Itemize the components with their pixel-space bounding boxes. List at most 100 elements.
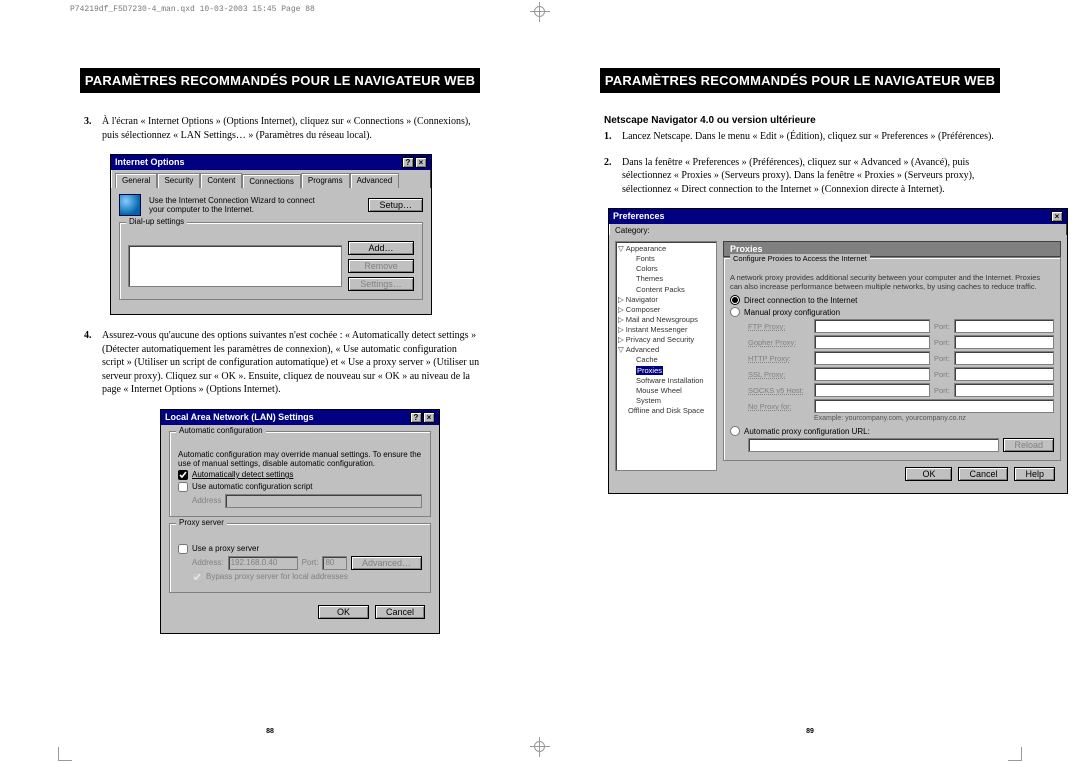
lan-ok-button[interactable]: OK xyxy=(318,605,369,619)
radio-direct[interactable] xyxy=(730,295,740,305)
prefs-titlebar: Preferences × xyxy=(609,209,1067,224)
settings-button: Settings… xyxy=(348,277,414,291)
tree-software-install[interactable]: Software Installation xyxy=(618,376,714,386)
proxy-port-input xyxy=(322,556,346,570)
no-proxy-label: No Proxy for: xyxy=(748,402,810,411)
step-4-num: 4. xyxy=(84,329,98,397)
dialup-listbox[interactable] xyxy=(128,245,342,287)
ssl-port-input[interactable] xyxy=(954,367,1054,381)
http-port-input[interactable] xyxy=(954,351,1054,365)
close-icon[interactable]: × xyxy=(415,157,427,168)
tree-fonts[interactable]: Fonts xyxy=(618,254,714,264)
step-2-num: 2. xyxy=(604,156,618,197)
tab-general[interactable]: General xyxy=(115,173,157,188)
io-wizard-text: Use the Internet Connection Wizard to co… xyxy=(149,196,319,214)
step-4: 4. Assurez-vous qu'aucune des options su… xyxy=(80,329,480,397)
cb-auto-detect[interactable] xyxy=(178,470,188,480)
tree-cache[interactable]: Cache xyxy=(618,355,714,365)
prefs-cancel-button[interactable]: Cancel xyxy=(958,467,1008,481)
page-spread: PARAMÈTRES RECOMMANDÉS POUR LE NAVIGATEU… xyxy=(0,20,1080,763)
http-proxy-label: HTTP Proxy: xyxy=(748,354,810,363)
no-proxy-input[interactable] xyxy=(814,399,1054,413)
cb-bypass-local-label: Bypass proxy server for local addresses xyxy=(206,572,348,581)
auto-config-legend: Automatic configuration xyxy=(176,426,266,435)
setup-button[interactable]: Setup… xyxy=(368,198,423,212)
tree-system[interactable]: System xyxy=(618,396,714,406)
dialog-internet-options: Internet Options ? × General Security Co… xyxy=(110,154,432,315)
prefs-ok-button[interactable]: OK xyxy=(905,467,952,481)
radio-manual[interactable] xyxy=(730,307,740,317)
page-number-right: 89 xyxy=(540,728,1080,735)
gopher-port-input[interactable] xyxy=(954,335,1054,349)
help-icon[interactable]: ? xyxy=(410,412,422,423)
tree-appearance[interactable]: Appearance xyxy=(626,244,666,254)
proxy-port-label: Port: xyxy=(302,558,319,567)
close-icon[interactable]: × xyxy=(1051,211,1063,222)
tree-mail[interactable]: Mail and Newsgroups xyxy=(626,315,698,325)
radio-auto-url[interactable] xyxy=(730,426,740,436)
prefs-title: Preferences xyxy=(613,211,665,222)
print-header: P74219df_F5D7230-4_man.qxd 10-03-2003 15… xyxy=(70,5,315,14)
lan-titlebar: Local Area Network (LAN) Settings ? × xyxy=(161,410,439,425)
proxy-address-label: Address: xyxy=(192,558,224,567)
lan-title: Local Area Network (LAN) Settings xyxy=(165,412,314,423)
proxies-box-legend: Configure Proxies to Access the Internet xyxy=(730,254,870,263)
tab-content[interactable]: Content xyxy=(200,173,242,188)
tab-security[interactable]: Security xyxy=(157,173,200,188)
dialog-preferences: Preferences × Category: ▽Appearance Font… xyxy=(608,208,1068,494)
tab-advanced[interactable]: Advanced xyxy=(350,173,400,188)
tree-instant-messenger[interactable]: Instant Messenger xyxy=(626,325,688,335)
tab-programs[interactable]: Programs xyxy=(301,173,350,188)
tree-proxies[interactable]: Proxies xyxy=(636,366,663,375)
cb-use-proxy-label: Use a proxy server xyxy=(192,544,259,553)
ftp-proxy-input[interactable] xyxy=(814,319,930,333)
tree-navigator[interactable]: Navigator xyxy=(626,295,658,305)
step-1-num: 1. xyxy=(604,130,618,144)
cb-use-script-label: Use automatic configuration script xyxy=(192,482,313,491)
tab-connections[interactable]: Connections xyxy=(242,174,300,189)
socks-host-input[interactable] xyxy=(814,383,930,397)
remove-button: Remove xyxy=(348,259,414,273)
cb-bypass-local xyxy=(192,572,202,582)
help-icon[interactable]: ? xyxy=(402,157,414,168)
dialup-legend: Dial-up settings xyxy=(126,217,187,226)
gopher-port-label: Port: xyxy=(934,338,950,347)
ftp-port-input[interactable] xyxy=(954,319,1054,333)
dialog-lan-settings: Local Area Network (LAN) Settings ? × Au… xyxy=(160,409,440,634)
tree-content-packs[interactable]: Content Packs xyxy=(618,285,714,295)
page-left: PARAMÈTRES RECOMMANDÉS POUR LE NAVIGATEU… xyxy=(0,20,540,763)
http-proxy-input[interactable] xyxy=(814,351,930,365)
section-title-right: PARAMÈTRES RECOMMANDÉS POUR LE NAVIGATEU… xyxy=(600,68,1000,93)
tree-composer[interactable]: Composer xyxy=(626,305,661,315)
step-3-text: À l'écran « Internet Options » (Options … xyxy=(102,115,480,142)
tree-advanced[interactable]: Advanced xyxy=(626,345,659,355)
io-titlebar: Internet Options ? × xyxy=(111,155,431,170)
tree-colors[interactable]: Colors xyxy=(618,264,714,274)
tree-themes[interactable]: Themes xyxy=(618,274,714,284)
script-address-input xyxy=(225,494,422,508)
ftp-proxy-label: FTP Proxy: xyxy=(748,322,810,331)
section-title-left: PARAMÈTRES RECOMMANDÉS POUR LE NAVIGATEU… xyxy=(80,68,480,93)
tree-mouse-wheel[interactable]: Mouse Wheel xyxy=(618,386,714,396)
tree-offline[interactable]: Offline and Disk Space xyxy=(618,406,714,416)
socks-port-input[interactable] xyxy=(954,383,1054,397)
ssl-proxy-input[interactable] xyxy=(814,367,930,381)
page-right: PARAMÈTRES RECOMMANDÉS POUR LE NAVIGATEU… xyxy=(540,20,1080,763)
category-tree[interactable]: ▽Appearance Fonts Colors Themes Content … xyxy=(615,241,717,471)
radio-auto-url-label: Automatic proxy configuration URL: xyxy=(744,427,870,436)
prefs-help-button[interactable]: Help xyxy=(1014,467,1055,481)
radio-direct-label: Direct connection to the Internet xyxy=(744,296,857,305)
gopher-proxy-input[interactable] xyxy=(814,335,930,349)
reload-button: Reload xyxy=(1003,438,1054,452)
cb-use-proxy[interactable] xyxy=(178,544,188,554)
lan-cancel-button[interactable]: Cancel xyxy=(375,605,425,619)
socks-host-label: SOCKS v5 Host: xyxy=(748,386,810,395)
auto-url-input[interactable] xyxy=(748,438,999,452)
step-4-text: Assurez-vous qu'aucune des options suiva… xyxy=(102,329,480,397)
cb-use-script[interactable] xyxy=(178,482,188,492)
close-icon[interactable]: × xyxy=(423,412,435,423)
gopher-proxy-label: Gopher Proxy: xyxy=(748,338,810,347)
no-proxy-example: Example: yourcompany.com, yourcompany.co… xyxy=(814,415,1054,422)
tree-privacy[interactable]: Privacy and Security xyxy=(626,335,694,345)
add-button[interactable]: Add… xyxy=(348,241,414,255)
